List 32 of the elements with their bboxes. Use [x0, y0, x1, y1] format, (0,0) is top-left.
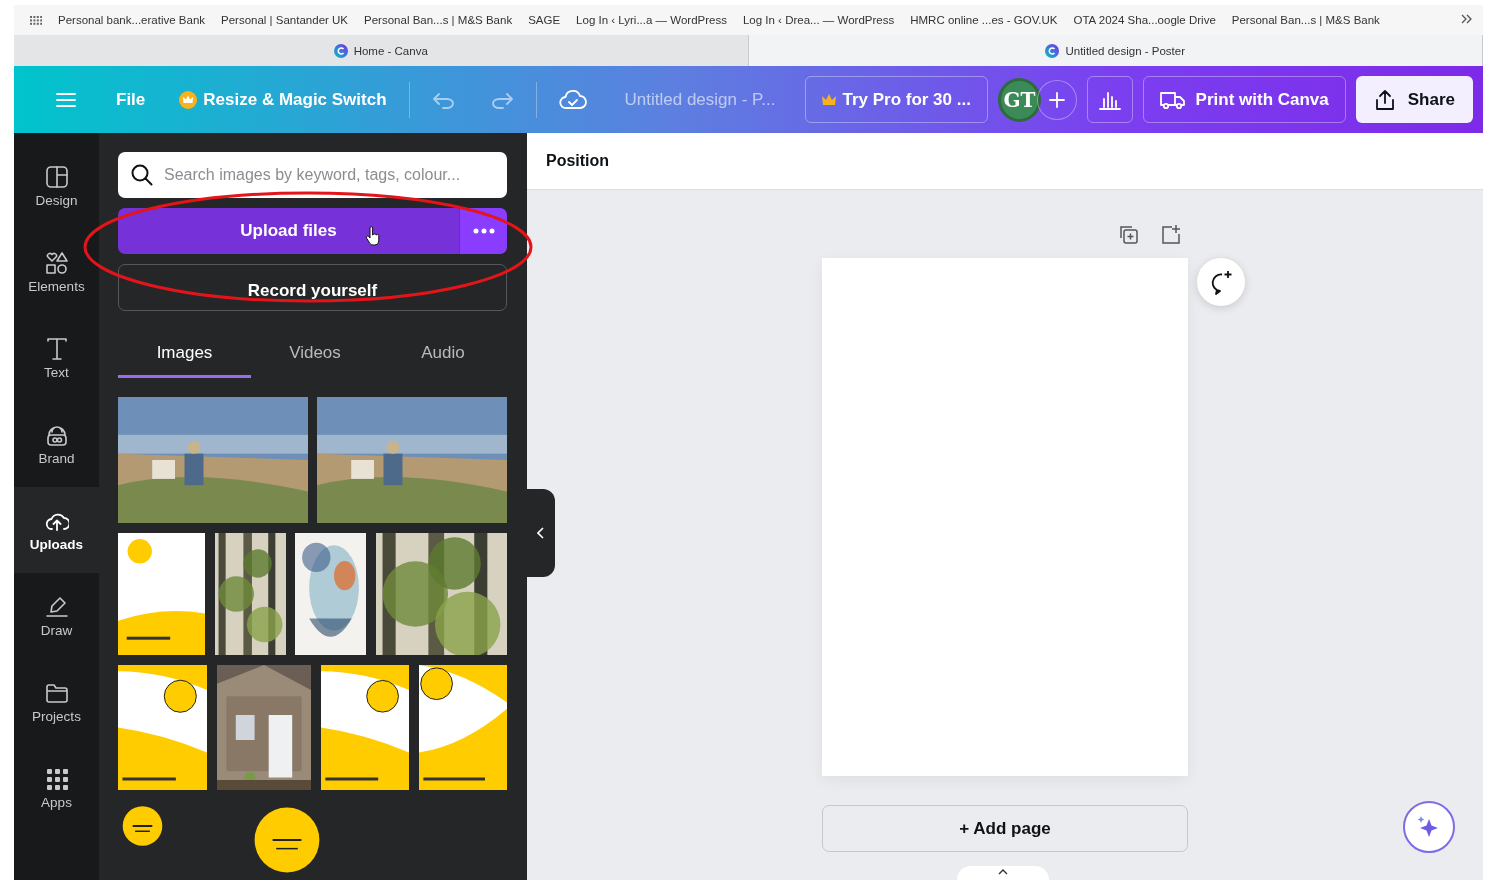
media-tab[interactable]: Videos [251, 330, 379, 378]
try-pro-button[interactable]: Try Pro for 30 ... [805, 76, 988, 123]
user-avatar[interactable]: GT [997, 77, 1042, 122]
bookmark-link[interactable]: Personal | Santander UK [221, 14, 349, 26]
sidebar-item[interactable]: Text [14, 315, 99, 401]
bookmark-link[interactable]: Personal Ban...s | M&S Bank [364, 14, 513, 26]
tab-title: Untitled design - Poster [1065, 44, 1185, 57]
upload-files-button[interactable]: Upload files [118, 208, 459, 255]
sidebar-item[interactable]: Draw [14, 573, 99, 659]
media-tab[interactable]: Images [118, 330, 251, 378]
print-button[interactable]: Print with Canva [1142, 76, 1346, 123]
sidebar-item[interactable]: Brand [14, 401, 99, 487]
add-page-button[interactable]: + Add page [822, 805, 1188, 852]
sidebar-item[interactable]: Uploads [14, 487, 99, 573]
share-button[interactable]: Share [1355, 76, 1473, 123]
bookmark-link[interactable]: Log In ‹ Lyri...a — WordPress [576, 14, 727, 26]
bookmark-link[interactable]: Personal bank...erative Bank [58, 14, 206, 26]
sidebar-item[interactable]: Elements [14, 229, 99, 315]
tab-title: Home - Canva [353, 44, 428, 57]
sidebar-item[interactable]: Apps [14, 745, 99, 831]
search-field[interactable]: Search images by keyword, tags, colour... [118, 152, 507, 199]
bookmark-link[interactable]: HMRC online ...es - GOV.UK [910, 14, 1058, 26]
sidebar-item[interactable]: Design [14, 143, 99, 229]
record-yourself-button[interactable]: Record yourself [118, 264, 507, 311]
browser-tab[interactable]: Untitled design - Poster [748, 35, 1483, 66]
bookmark-link[interactable]: SAGE [528, 14, 561, 26]
bookmark-link[interactable]: Personal Ban...s | M&S Bank [1231, 14, 1380, 26]
media-tab[interactable]: Audio [379, 330, 507, 378]
sidebar-item[interactable]: Projects [14, 659, 99, 745]
bookmark-link[interactable]: OTA 2024 Sha...oogle Drive [1073, 14, 1216, 26]
bookmark-link[interactable]: Log In ‹ Drea... — WordPress [742, 14, 895, 26]
position-button[interactable]: Position [527, 133, 1483, 190]
